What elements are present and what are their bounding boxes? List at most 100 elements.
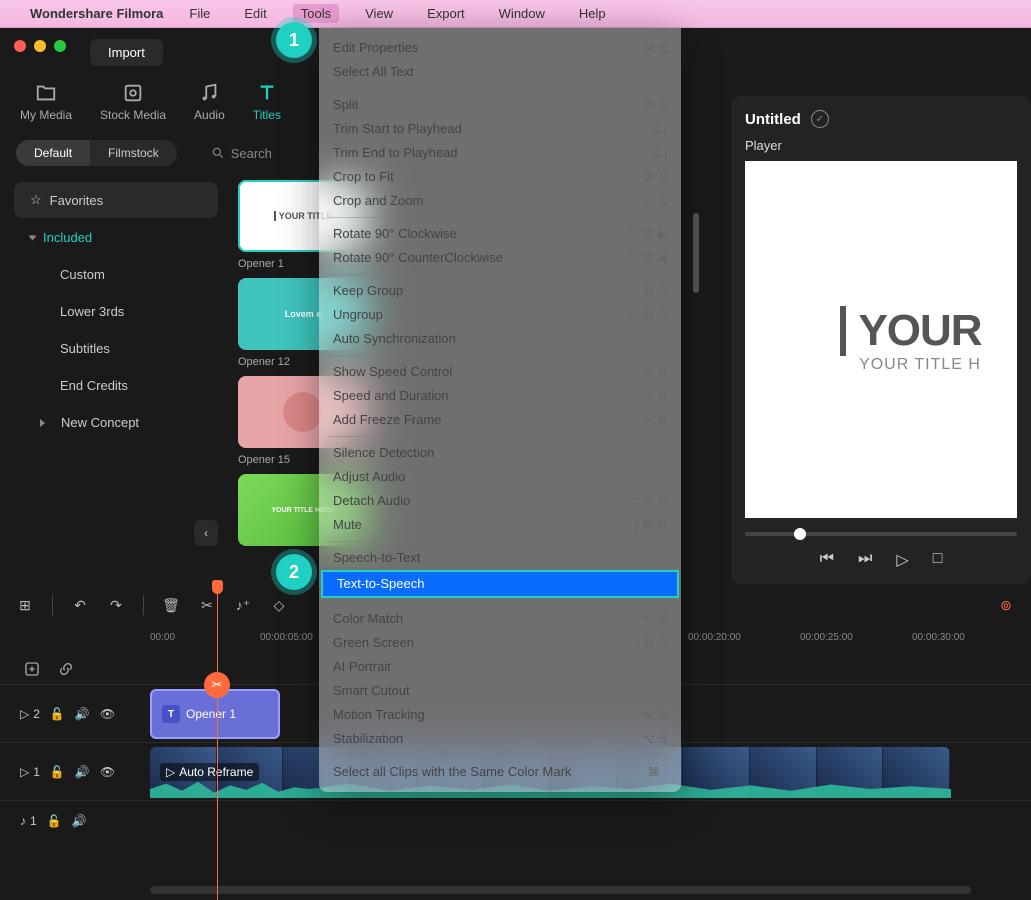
menu-item-crop-to-fit[interactable]: Crop to Fit⌘ F (319, 165, 681, 189)
source-toggle[interactable]: Default Filmstock (16, 140, 177, 166)
menu-help[interactable]: Help (571, 4, 614, 23)
menu-item-detach-audio[interactable]: Detach Audio⌃⌥ D (319, 489, 681, 513)
sidebar-item-new-concept[interactable]: New Concept (14, 405, 218, 440)
menu-item-green-screen[interactable]: Green Screen⇧⌘ G (319, 631, 681, 655)
lock-icon[interactable]: 🔓 (50, 707, 65, 721)
close-window-button[interactable] (14, 40, 26, 52)
menu-item-speed-and-duration[interactable]: Speed and Duration⌃ R (319, 384, 681, 408)
sidebar-label: Favorites (50, 193, 103, 208)
toggle-default[interactable]: Default (16, 140, 90, 166)
menu-item-color-match[interactable]: Color Match⌥ M (319, 607, 681, 631)
sidebar-item-custom[interactable]: Custom (14, 257, 218, 292)
menu-item-mute[interactable]: Mute⇧⌘ M (319, 513, 681, 537)
menu-item-auto-synchronization[interactable]: Auto Synchronization (319, 327, 681, 351)
menu-item-speech-to-text[interactable]: Speech-to-Text (319, 546, 681, 570)
visibility-icon[interactable]: 👁 (100, 707, 115, 721)
menu-item-select-all-clips-with-the-same-color-mark[interactable]: Select all Clips with the Same Color Mar… (319, 760, 681, 784)
menu-item-crop-and-zoom[interactable]: Crop and Zoom⌥ C (319, 189, 681, 213)
menu-item-adjust-audio[interactable]: Adjust Audio (319, 465, 681, 489)
menu-item-ai-portrait[interactable]: AI Portrait (319, 655, 681, 679)
cut-button[interactable]: ✂ (198, 596, 216, 614)
tag-button[interactable]: ◇ (270, 596, 288, 614)
menu-separator (329, 755, 671, 756)
visibility-icon[interactable]: 👁 (100, 765, 115, 779)
tab-my-media[interactable]: My Media (20, 82, 72, 122)
sidebar-item-lower-3rds[interactable]: Lower 3rds (14, 294, 218, 329)
split-at-playhead-button[interactable]: ✂ (204, 672, 230, 698)
mute-icon[interactable]: 🔊 (72, 814, 87, 828)
lock-icon[interactable]: 🔓 (47, 814, 62, 828)
menu-item-keep-group[interactable]: Keep Group⌘ G (319, 279, 681, 303)
menu-item-add-freeze-frame[interactable]: Add Freeze Frame⌥ F (319, 408, 681, 432)
menu-item-select-all-text[interactable]: Select All Text (319, 60, 681, 84)
menu-file[interactable]: File (181, 4, 218, 23)
add-track-icon[interactable] (24, 661, 40, 677)
speed-button[interactable]: ♪⁺ (234, 596, 252, 614)
redo-button[interactable]: ↷ (107, 596, 125, 614)
render-button[interactable]: ⊚ (997, 596, 1015, 614)
play-button[interactable]: ▷ (896, 550, 908, 570)
menu-item-text-to-speech[interactable]: Text-to-Speech (321, 570, 679, 598)
chevron-down-icon (29, 235, 37, 240)
menu-item-label: Adjust Audio (333, 468, 405, 486)
menu-separator (329, 541, 671, 542)
lock-icon[interactable]: 🔓 (50, 765, 65, 779)
menu-separator (329, 274, 671, 275)
tab-stock-media[interactable]: Stock Media (100, 82, 166, 122)
menu-item-label: Split (333, 96, 358, 114)
menu-item-rotate-90-counterclockwise[interactable]: Rotate 90° CounterClockwise⌥⌘ ◀ (319, 246, 681, 270)
menu-item-silence-detection[interactable]: Silence Detection (319, 441, 681, 465)
menu-item-label: Crop and Zoom (333, 192, 423, 210)
import-button[interactable]: Import (90, 39, 163, 66)
menu-item-smart-cutout[interactable]: Smart Cutout (319, 679, 681, 703)
project-title[interactable]: Untitled (745, 111, 801, 128)
menu-item-label: Ungroup (333, 306, 383, 324)
tab-label: Stock Media (100, 108, 166, 122)
menu-item-show-speed-control[interactable]: Show Speed Control⌥ R (319, 360, 681, 384)
menu-item-trim-start-to-playhead[interactable]: Trim Start to Playhead⌥ [ (319, 117, 681, 141)
tab-audio[interactable]: Audio (194, 82, 225, 122)
menu-item-ungroup[interactable]: Ungroup⌥⌘ G (319, 303, 681, 327)
delete-button[interactable]: 🗑 (162, 596, 180, 614)
playback-slider[interactable] (745, 532, 1017, 536)
ruler-tick: 00:00:20:00 (688, 632, 741, 643)
menu-item-stabilization[interactable]: Stabilization⌥ S (319, 727, 681, 751)
grid-icon[interactable]: ⊞ (16, 596, 34, 614)
sidebar-favorites[interactable]: ☆ Favorites (14, 182, 218, 218)
link-icon[interactable] (58, 661, 74, 677)
menu-item-edit-properties[interactable]: Edit Properties⌥⌘ E (319, 36, 681, 60)
title-clip-icon: T (162, 705, 180, 723)
toggle-filmstock[interactable]: Filmstock (90, 140, 177, 166)
menu-item-split[interactable]: Split⌘ B (319, 93, 681, 117)
menu-item-rotate-90-clockwise[interactable]: Rotate 90° Clockwise⌥⌘ ▶ (319, 222, 681, 246)
menu-tools[interactable]: Tools (293, 4, 339, 23)
menu-item-trim-end-to-playhead[interactable]: Trim End to Playhead⌥ ] (319, 141, 681, 165)
timeline-scrollbar[interactable] (150, 886, 971, 894)
sidebar-included[interactable]: Included (14, 220, 218, 255)
sidebar-collapse-button[interactable]: ‹ (194, 520, 218, 546)
menu-export[interactable]: Export (419, 4, 473, 23)
folder-icon (35, 82, 57, 104)
prev-frame-button[interactable]: ⏮ (820, 550, 834, 570)
tab-titles[interactable]: Titles (253, 82, 281, 122)
slider-knob[interactable] (794, 528, 806, 540)
minimize-window-button[interactable] (34, 40, 46, 52)
menu-item-motion-tracking[interactable]: Motion Tracking⌥ X (319, 703, 681, 727)
menu-view[interactable]: View (357, 4, 401, 23)
mute-icon[interactable]: 🔊 (75, 765, 90, 779)
preview-canvas[interactable]: YOUR YOUR TITLE H (745, 161, 1017, 518)
track-type-icon: ▷ 1 (20, 765, 40, 779)
menu-edit[interactable]: Edit (236, 4, 274, 23)
mute-icon[interactable]: 🔊 (75, 707, 90, 721)
sidebar-item-end-credits[interactable]: End Credits (14, 368, 218, 403)
search-box[interactable]: Search (211, 146, 272, 161)
playhead[interactable] (217, 584, 218, 900)
maximize-window-button[interactable] (54, 40, 66, 52)
step-back-button[interactable]: ⏭ (858, 550, 872, 570)
stop-button[interactable]: □ (933, 550, 943, 570)
menu-window[interactable]: Window (491, 4, 553, 23)
sidebar-item-subtitles[interactable]: Subtitles (14, 331, 218, 366)
gallery-scrollbar[interactable] (693, 213, 699, 293)
menu-item-label: Silence Detection (333, 444, 434, 462)
undo-button[interactable]: ↶ (71, 596, 89, 614)
